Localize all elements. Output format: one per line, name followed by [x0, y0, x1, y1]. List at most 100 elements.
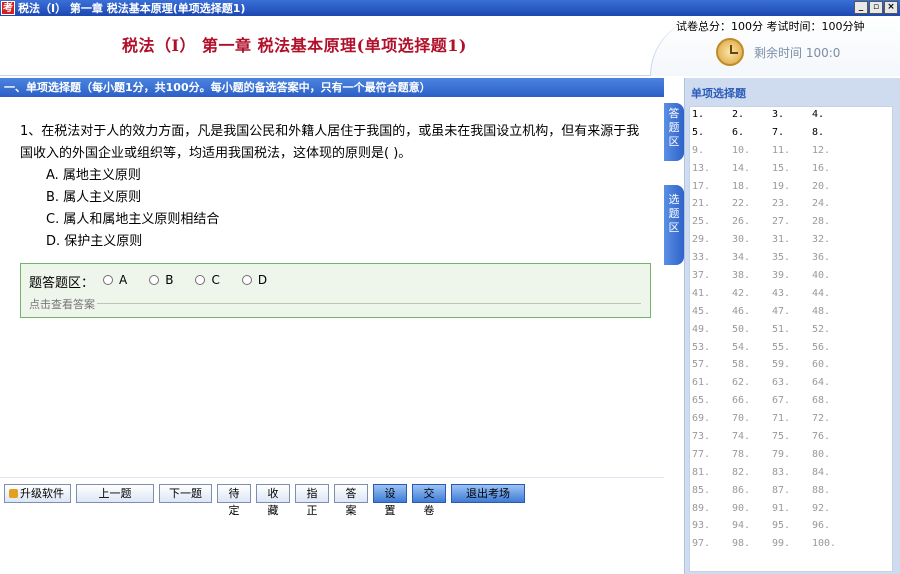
- question-number-item[interactable]: 16.: [812, 163, 852, 181]
- question-number-item[interactable]: 5.: [692, 127, 732, 145]
- settings-button[interactable]: 设置: [373, 484, 407, 517]
- question-number-item[interactable]: 7.: [772, 127, 812, 145]
- question-number-item[interactable]: 89.: [692, 503, 732, 521]
- choice-c-radio[interactable]: C: [195, 273, 220, 287]
- question-number-item[interactable]: 27.: [772, 216, 812, 234]
- correct-button[interactable]: 指正: [295, 484, 329, 517]
- question-number-item[interactable]: 66.: [732, 395, 772, 413]
- question-number-item[interactable]: 15.: [772, 163, 812, 181]
- question-number-item[interactable]: 31.: [772, 234, 812, 252]
- question-number-item[interactable]: 48.: [812, 306, 852, 324]
- question-number-item[interactable]: 25.: [692, 216, 732, 234]
- question-number-item[interactable]: 36.: [812, 252, 852, 270]
- pending-button[interactable]: 待定: [217, 484, 251, 517]
- tab-select-area[interactable]: 选题区: [664, 185, 684, 265]
- question-number-item[interactable]: 43.: [772, 288, 812, 306]
- question-number-item[interactable]: 72.: [812, 413, 852, 431]
- choice-d-radio[interactable]: D: [241, 273, 267, 287]
- question-number-item[interactable]: 95.: [772, 520, 812, 538]
- radio-icon[interactable]: [149, 275, 160, 285]
- choice-a-radio[interactable]: A: [103, 273, 127, 287]
- question-number-item[interactable]: 24.: [812, 198, 852, 216]
- radio-icon[interactable]: [241, 275, 252, 285]
- question-number-item[interactable]: 92.: [812, 503, 852, 521]
- question-number-item[interactable]: 69.: [692, 413, 732, 431]
- question-number-item[interactable]: 94.: [732, 520, 772, 538]
- exit-button[interactable]: 退出考场: [451, 484, 525, 503]
- question-number-item[interactable]: 19.: [772, 181, 812, 199]
- question-number-item[interactable]: 33.: [692, 252, 732, 270]
- question-number-item[interactable]: 28.: [812, 216, 852, 234]
- question-number-item[interactable]: 12.: [812, 145, 852, 163]
- question-number-item[interactable]: 75.: [772, 431, 812, 449]
- submit-button[interactable]: 交卷: [412, 484, 446, 517]
- restore-button[interactable]: ▫: [869, 1, 883, 14]
- question-number-item[interactable]: 93.: [692, 520, 732, 538]
- question-number-item[interactable]: 57.: [692, 359, 732, 377]
- close-button[interactable]: ×: [884, 1, 898, 14]
- answer-button[interactable]: 答案: [334, 484, 368, 517]
- question-number-item[interactable]: 60.: [812, 359, 852, 377]
- question-number-item[interactable]: 26.: [732, 216, 772, 234]
- question-number-item[interactable]: 61.: [692, 377, 732, 395]
- question-number-item[interactable]: 4.: [812, 109, 852, 127]
- question-number-item[interactable]: 30.: [732, 234, 772, 252]
- question-number-item[interactable]: 6.: [732, 127, 772, 145]
- question-number-item[interactable]: 35.: [772, 252, 812, 270]
- question-number-item[interactable]: 77.: [692, 449, 732, 467]
- minimize-button[interactable]: _: [854, 1, 868, 14]
- question-number-item[interactable]: 37.: [692, 270, 732, 288]
- question-number-item[interactable]: 34.: [732, 252, 772, 270]
- question-number-item[interactable]: 81.: [692, 467, 732, 485]
- question-number-item[interactable]: 32.: [812, 234, 852, 252]
- question-number-item[interactable]: 17.: [692, 181, 732, 199]
- next-button[interactable]: 下一题: [159, 484, 212, 503]
- question-number-item[interactable]: 20.: [812, 181, 852, 199]
- question-number-item[interactable]: 71.: [772, 413, 812, 431]
- prev-button[interactable]: 上一题: [76, 484, 154, 503]
- question-number-item[interactable]: 52.: [812, 324, 852, 342]
- question-number-item[interactable]: 59.: [772, 359, 812, 377]
- question-number-item[interactable]: 21.: [692, 198, 732, 216]
- question-number-item[interactable]: 96.: [812, 520, 852, 538]
- question-number-item[interactable]: 46.: [732, 306, 772, 324]
- question-number-item[interactable]: 44.: [812, 288, 852, 306]
- question-number-item[interactable]: 29.: [692, 234, 732, 252]
- question-number-item[interactable]: 50.: [732, 324, 772, 342]
- question-number-item[interactable]: 51.: [772, 324, 812, 342]
- question-number-item[interactable]: 14.: [732, 163, 772, 181]
- radio-icon[interactable]: [195, 275, 206, 285]
- question-number-item[interactable]: 42.: [732, 288, 772, 306]
- favorite-button[interactable]: 收藏: [256, 484, 290, 517]
- question-number-item[interactable]: 80.: [812, 449, 852, 467]
- question-number-item[interactable]: 90.: [732, 503, 772, 521]
- question-number-item[interactable]: 100.: [812, 538, 852, 556]
- question-number-item[interactable]: 67.: [772, 395, 812, 413]
- question-number-item[interactable]: 64.: [812, 377, 852, 395]
- question-number-item[interactable]: 3.: [772, 109, 812, 127]
- upgrade-button[interactable]: 升级软件: [4, 484, 71, 503]
- radio-icon[interactable]: [103, 275, 113, 285]
- question-number-item[interactable]: 49.: [692, 324, 732, 342]
- question-number-item[interactable]: 68.: [812, 395, 852, 413]
- question-number-item[interactable]: 99.: [772, 538, 812, 556]
- question-number-item[interactable]: 58.: [732, 359, 772, 377]
- question-number-item[interactable]: 54.: [732, 342, 772, 360]
- question-number-item[interactable]: 70.: [732, 413, 772, 431]
- question-number-item[interactable]: 56.: [812, 342, 852, 360]
- tab-answer-area[interactable]: 答题区: [664, 103, 684, 161]
- question-number-item[interactable]: 38.: [732, 270, 772, 288]
- question-number-item[interactable]: 23.: [772, 198, 812, 216]
- question-number-item[interactable]: 11.: [772, 145, 812, 163]
- question-number-item[interactable]: 55.: [772, 342, 812, 360]
- question-number-item[interactable]: 87.: [772, 485, 812, 503]
- view-answer-link[interactable]: 点击查看答案: [29, 296, 95, 312]
- question-number-item[interactable]: 78.: [732, 449, 772, 467]
- question-number-item[interactable]: 53.: [692, 342, 732, 360]
- question-number-item[interactable]: 2.: [732, 109, 772, 127]
- question-number-item[interactable]: 63.: [772, 377, 812, 395]
- question-number-item[interactable]: 45.: [692, 306, 732, 324]
- question-number-item[interactable]: 1.: [692, 109, 732, 127]
- question-number-item[interactable]: 41.: [692, 288, 732, 306]
- question-number-item[interactable]: 8.: [812, 127, 852, 145]
